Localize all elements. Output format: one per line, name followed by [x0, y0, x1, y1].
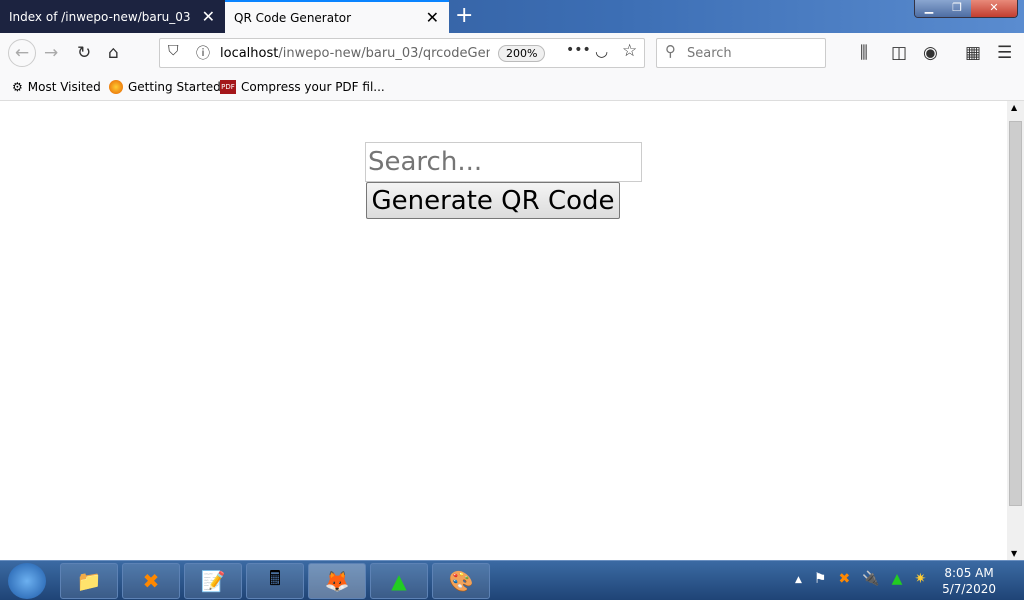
- minimize-button[interactable]: ▁: [915, 0, 943, 17]
- xampp-taskbar-icon[interactable]: ✖: [122, 563, 180, 599]
- search-input[interactable]: [365, 142, 642, 182]
- title-bar: Index of /inwepo-new/baru_03 ✕ QR Code Ge…: [0, 0, 1024, 33]
- pocket-icon[interactable]: ◡: [595, 42, 608, 60]
- explorer-taskbar-icon[interactable]: 📁: [60, 563, 118, 599]
- flag-icon[interactable]: ⚑: [814, 571, 827, 587]
- sublime-taskbar-icon[interactable]: ▲: [370, 563, 428, 599]
- show-hidden-icons-icon[interactable]: ▲: [795, 571, 802, 587]
- tab-qr-code-generator[interactable]: QR Code Generator ✕: [225, 0, 449, 33]
- generate-qr-code-button[interactable]: Generate QR Code: [366, 182, 620, 219]
- tab-title: Index of /inwepo-new/baru_03: [9, 9, 191, 24]
- close-window-button[interactable]: ✕: [971, 0, 1017, 17]
- page-content: Generate QR Code: [0, 101, 1007, 560]
- clock[interactable]: 8:05 AM 5/7/2020: [942, 565, 996, 597]
- zoom-level[interactable]: 200%: [498, 45, 546, 62]
- bookmark-label: Most Visited: [27, 80, 101, 94]
- back-icon[interactable]: ←: [8, 39, 36, 67]
- notepad-plus-taskbar-icon[interactable]: 📝: [184, 563, 242, 599]
- bookmark-label: Getting Started: [128, 80, 221, 94]
- calculator-taskbar-icon[interactable]: 🖩: [246, 563, 304, 599]
- xampp-tray-icon[interactable]: ✖: [838, 571, 850, 587]
- close-tab-icon[interactable]: ✕: [426, 8, 439, 27]
- url-host: localhost: [220, 46, 279, 61]
- taskbar: 📁 ✖ 📝 🖩 🦊 ▲ 🎨 ▲ ⚑ ✖ 🔌 ▲ ✷ 8:05 AM 5/7/202…: [0, 560, 1024, 600]
- restore-button[interactable]: ❐: [943, 0, 971, 17]
- scrollbar[interactable]: ▲ ▼: [1007, 101, 1024, 560]
- menu-icon[interactable]: ☰: [997, 43, 1012, 63]
- power-icon[interactable]: 🔌: [862, 571, 879, 587]
- network-icon[interactable]: ✷: [914, 571, 926, 587]
- bookmarks-toolbar: ⚙ Most Visited Getting Started PDF Compres…: [0, 73, 1024, 101]
- gear-icon: ⚙: [12, 80, 23, 94]
- home-icon[interactable]: ⌂: [108, 43, 119, 63]
- pdf-icon: PDF: [220, 80, 236, 94]
- tab-title: QR Code Generator: [234, 10, 352, 25]
- shield-icon[interactable]: ⛉: [168, 43, 179, 59]
- firefox-icon: [109, 80, 123, 94]
- bookmark-compress-pdf[interactable]: PDF Compress your PDF fil...: [220, 80, 385, 94]
- scroll-up-icon[interactable]: ▲: [1011, 103, 1017, 112]
- library-icon[interactable]: ⫼: [860, 43, 868, 63]
- tab-index[interactable]: Index of /inwepo-new/baru_03 ✕: [0, 0, 225, 33]
- bookmark-star-icon[interactable]: ☆: [622, 41, 637, 61]
- scrollbar-thumb[interactable]: [1009, 121, 1022, 506]
- search-box[interactable]: ⚲ Search: [656, 38, 826, 68]
- new-tab-icon[interactable]: +: [455, 3, 473, 28]
- paint-taskbar-icon[interactable]: 🎨: [432, 563, 490, 599]
- clock-date: 5/7/2020: [942, 582, 996, 596]
- system-tray: ▲ ⚑ ✖ 🔌 ▲ ✷: [795, 571, 926, 587]
- search-placeholder: Search: [687, 46, 732, 61]
- start-button[interactable]: [8, 563, 46, 599]
- sublime-tray-icon[interactable]: ▲: [892, 571, 903, 587]
- url-path: /inwepo-new/baru_03/qrcodeGener: [278, 46, 490, 61]
- clock-time: 8:05 AM: [944, 566, 994, 580]
- gift-icon[interactable]: ▦: [965, 43, 981, 63]
- forward-icon[interactable]: →: [44, 43, 58, 63]
- info-icon[interactable]: ⓘ: [196, 43, 210, 63]
- account-icon[interactable]: ◉: [923, 43, 938, 63]
- search-icon: ⚲: [665, 42, 676, 60]
- more-icon[interactable]: •••: [566, 42, 591, 58]
- firefox-taskbar-icon[interactable]: 🦊: [308, 563, 366, 599]
- sidebar-icon[interactable]: ◫: [891, 43, 907, 63]
- url-bar[interactable]: ⛉ ⓘ localhost/inwepo-new/baru_03/qrcodeG…: [159, 38, 645, 68]
- bookmark-most-visited[interactable]: ⚙ Most Visited: [12, 80, 101, 94]
- close-tab-icon[interactable]: ✕: [202, 7, 215, 26]
- reload-icon[interactable]: ↻: [77, 43, 91, 63]
- bookmark-label: Compress your PDF fil...: [241, 80, 385, 94]
- scroll-down-icon[interactable]: ▼: [1011, 549, 1017, 558]
- bookmark-getting-started[interactable]: Getting Started: [109, 80, 221, 94]
